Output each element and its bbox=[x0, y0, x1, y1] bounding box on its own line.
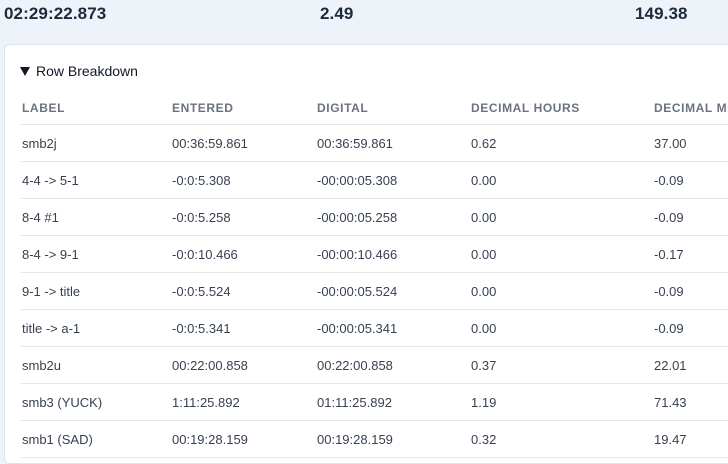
cell-digital: -00:00:05.341 bbox=[317, 321, 398, 336]
cell-label: 8-4 #1 bbox=[22, 210, 59, 225]
cell-decimal-minutes: -0.09 bbox=[654, 210, 684, 225]
cell-digital: 00:22:00.858 bbox=[317, 358, 393, 373]
cell-digital: 01:11:25.892 bbox=[317, 395, 392, 410]
total-decimal-hours: 2.49 bbox=[320, 4, 354, 23]
cell-digital: -00:00:10.466 bbox=[317, 247, 398, 262]
cell-decimal-minutes: 37.00 bbox=[654, 136, 687, 151]
cell-label: 8-4 -> 9-1 bbox=[22, 247, 79, 262]
cell-decimal-hours: 0.32 bbox=[471, 432, 497, 447]
column-header-decimal-minutes: DECIMAL MI bbox=[654, 101, 728, 115]
table-row: smb1 (SAD) 00:19:28.159 00:19:28.159 0.3… bbox=[21, 421, 728, 458]
cell-decimal-hours: 0.00 bbox=[471, 210, 497, 225]
table-row: 8-4 -> 9-1 -0:0:10.466 -00:00:10.466 0.0… bbox=[21, 236, 728, 273]
cell-digital: -00:00:05.524 bbox=[317, 284, 398, 299]
total-time: 02:29:22.873 bbox=[4, 4, 107, 23]
cell-decimal-hours: 0.37 bbox=[471, 358, 497, 373]
table-row: smb2j 00:36:59.861 00:36:59.861 0.62 37.… bbox=[21, 125, 728, 162]
column-header-entered: ENTERED bbox=[172, 101, 234, 115]
cell-decimal-minutes: 71.43 bbox=[654, 395, 687, 410]
cell-decimal-hours: 0.62 bbox=[471, 136, 497, 151]
table-body: smb2j 00:36:59.861 00:36:59.861 0.62 37.… bbox=[21, 125, 728, 458]
cell-label: smb2u bbox=[22, 358, 62, 373]
row-breakdown-toggle[interactable]: Row Breakdown bbox=[20, 63, 138, 79]
total-decimal-minutes: 149.38 bbox=[635, 4, 688, 23]
cell-decimal-minutes: 22.01 bbox=[654, 358, 687, 373]
table-row: smb2u 00:22:00.858 00:22:00.858 0.37 22.… bbox=[21, 347, 728, 384]
table-header: LABEL ENTERED DIGITAL DECIMAL HOURS DECI… bbox=[21, 95, 728, 125]
cell-label: title -> a-1 bbox=[22, 321, 81, 336]
cell-digital: -00:00:05.308 bbox=[317, 173, 398, 188]
cell-decimal-minutes: -0.09 bbox=[654, 173, 684, 188]
row-breakdown-panel: Row Breakdown LABEL ENTERED DIGITAL DECI… bbox=[4, 44, 728, 464]
cell-label: smb2j bbox=[22, 136, 57, 151]
cell-entered: -0:0:10.466 bbox=[172, 247, 238, 262]
cell-entered: -0:0:5.258 bbox=[172, 210, 231, 225]
column-header-label: LABEL bbox=[22, 101, 65, 115]
cell-decimal-hours: 0.00 bbox=[471, 247, 497, 262]
cell-label: 9-1 -> title bbox=[22, 284, 81, 299]
cell-entered: 00:36:59.861 bbox=[172, 136, 248, 151]
cell-decimal-minutes: -0.17 bbox=[654, 247, 684, 262]
cell-entered: 1:11:25.892 bbox=[172, 395, 240, 410]
cell-entered: 00:22:00.858 bbox=[172, 358, 248, 373]
table-row: smb3 (YUCK) 1:11:25.892 01:11:25.892 1.1… bbox=[21, 384, 728, 421]
cell-entered: -0:0:5.524 bbox=[172, 284, 231, 299]
cell-label: smb3 (YUCK) bbox=[22, 395, 103, 410]
cell-entered: -0:0:5.308 bbox=[172, 173, 231, 188]
totals-bar: 02:29:22.873 2.49 149.38 bbox=[0, 0, 728, 36]
table-row: 9-1 -> title -0:0:5.524 -00:00:05.524 0.… bbox=[21, 273, 728, 310]
table-row: 4-4 -> 5-1 -0:0:5.308 -00:00:05.308 0.00… bbox=[21, 162, 728, 199]
cell-entered: -0:0:5.341 bbox=[172, 321, 231, 336]
cell-digital: 00:19:28.159 bbox=[317, 432, 393, 447]
table-row: 8-4 #1 -0:0:5.258 -00:00:05.258 0.00 -0.… bbox=[21, 199, 728, 236]
cell-label: smb1 (SAD) bbox=[22, 432, 93, 447]
cell-decimal-hours: 0.00 bbox=[471, 173, 497, 188]
cell-decimal-minutes: 19.47 bbox=[654, 432, 687, 447]
cell-entered: 00:19:28.159 bbox=[172, 432, 248, 447]
disclosure-triangle-icon bbox=[20, 67, 30, 76]
cell-label: 4-4 -> 5-1 bbox=[22, 173, 79, 188]
row-breakdown-title: Row Breakdown bbox=[36, 63, 138, 79]
column-header-decimal-hours: DECIMAL HOURS bbox=[471, 101, 580, 115]
cell-decimal-hours: 1.19 bbox=[471, 395, 497, 410]
cell-decimal-hours: 0.00 bbox=[471, 321, 497, 336]
cell-digital: 00:36:59.861 bbox=[317, 136, 393, 151]
cell-digital: -00:00:05.258 bbox=[317, 210, 398, 225]
cell-decimal-hours: 0.00 bbox=[471, 284, 497, 299]
cell-decimal-minutes: -0.09 bbox=[654, 321, 684, 336]
table-row: title -> a-1 -0:0:5.341 -00:00:05.341 0.… bbox=[21, 310, 728, 347]
column-header-digital: DIGITAL bbox=[317, 101, 369, 115]
cell-decimal-minutes: -0.09 bbox=[654, 284, 684, 299]
